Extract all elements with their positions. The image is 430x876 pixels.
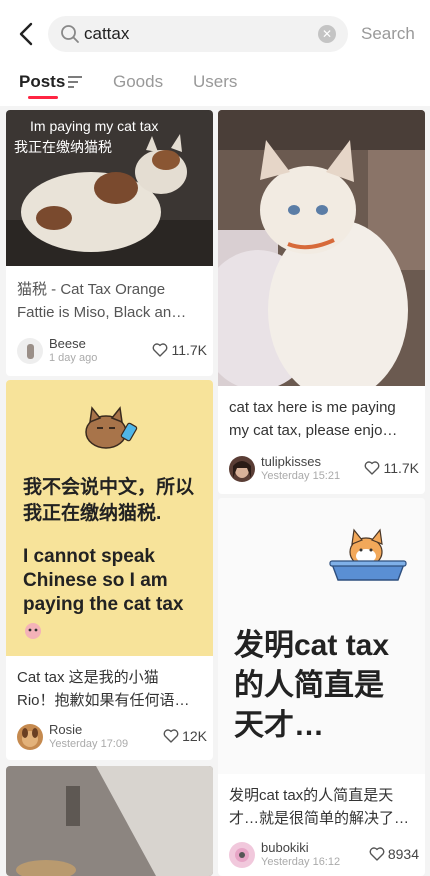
post-title: cat tax here is me paying my cat tax, pl… [229,396,414,442]
author-name[interactable]: tulipkisses [261,454,321,469]
post-image-siamese-cat [218,110,425,386]
like-count[interactable]: 11.7K [364,460,419,476]
post-author: Beese 1 day ago 11.7K [17,336,207,368]
heart-icon [369,847,385,861]
heart-icon [163,729,179,743]
posts-feed: Im paying my cat tax 我正在缴纳猫税 猫税 - Cat Ta… [0,106,430,876]
avatar[interactable] [17,724,43,750]
post-author: tulipkisses Yesterday 15:21 11.7K [229,454,419,486]
filter-icon[interactable] [68,76,82,88]
author-name[interactable]: Rosie [49,722,82,737]
like-count-value: 11.7K [171,342,207,358]
image-text-1: 发明cat tax [234,629,390,662]
author-name[interactable]: bubokiki [261,840,309,855]
post-title-line: my cat tax, please enjo… [229,422,398,439]
post-title-line: cat tax here is me paying [229,399,396,416]
search-button[interactable]: Search [361,24,415,44]
avatar[interactable] [229,456,255,482]
post-title-line: Fattie is Miso, Black an… [17,304,187,321]
emoji-sticker [25,623,41,639]
avatar[interactable] [17,338,43,364]
tab-posts[interactable]: Posts [19,72,65,92]
tab-users[interactable]: Users [193,72,237,92]
post-card[interactable]: Im paying my cat tax 我正在缴纳猫税 猫税 - Cat Ta… [6,110,213,376]
search-header: cattax ✕ Search [0,0,430,66]
image-text-zh-2: 我正在缴纳猫税. [23,503,162,524]
avatar[interactable] [229,842,255,868]
clear-icon[interactable]: ✕ [318,25,336,43]
search-icon [61,25,79,43]
post-title-line: 才…就是很简单的解决了… [229,810,410,827]
like-count[interactable]: 8934 [369,846,419,862]
active-tab-indicator [28,96,58,99]
like-count-value: 11.7K [383,460,419,476]
post-card[interactable]: 我不会说中文，所以 我正在缴纳猫税. I cannot speak Chines… [6,380,213,760]
post-time: Yesterday 16:12 [261,856,341,868]
post-title: 发明cat tax的人简直是天 才…就是很简单的解决了… [229,784,414,830]
like-count[interactable]: 12K [163,728,207,744]
post-title-line: Rio！抱歉如果有任何语… [17,692,190,709]
post-image-partial [6,766,213,876]
post-time: Yesterday 17:09 [49,738,129,750]
author-name[interactable]: Beese [49,336,86,351]
post-title-line: 猫税 - Cat Tax Orange [17,281,166,298]
post-title: 猫税 - Cat Tax Orange Fattie is Miso, Blac… [17,278,202,324]
image-text-2: 的人简直是 [234,669,384,702]
image-text-3: 天才… [234,709,324,742]
heart-icon [153,343,168,357]
post-time: 1 day ago [49,352,98,364]
back-arrow-icon[interactable] [14,20,40,48]
post-overlay-zh: 我正在缴纳猫税 [14,139,112,155]
post-card[interactable]: 发明cat tax 的人简直是 天才… 发明cat tax的人简直是天 才…就是… [218,498,425,876]
like-count-value: 8934 [387,846,419,862]
result-tabs: Posts Goods Users [0,66,430,106]
post-title: Cat tax 这是我的小猫 Rio！抱歉如果有任何语… [17,666,202,712]
post-title-line: Cat tax 这是我的小猫 [17,669,159,686]
cat-in-bath-sticker [329,528,407,581]
cat-phone-sticker [85,406,138,449]
heart-icon [365,461,380,475]
search-input[interactable]: cattax ✕ [48,16,348,52]
image-text-zh-1: 我不会说中文，所以 [23,477,195,498]
tab-goods[interactable]: Goods [113,72,163,92]
post-time: Yesterday 15:21 [261,470,341,482]
post-title-line: 发明cat tax的人简直是天 [229,787,394,804]
like-count[interactable]: 11.7K [152,342,207,358]
post-card[interactable]: cat tax here is me paying my cat tax, pl… [218,110,425,494]
search-query-text[interactable]: cattax [84,24,129,44]
image-text-en-3: paying the cat tax [23,594,184,615]
like-count-value: 12K [182,728,207,744]
image-text-en-1: I cannot speak [23,546,155,567]
post-author: Rosie Yesterday 17:09 12K [17,722,207,754]
image-text-en-2: Chinese so I am [23,570,168,591]
post-card[interactable] [6,766,213,876]
post-overlay-en: Im paying my cat tax [30,118,159,134]
post-author: bubokiki Yesterday 16:12 8934 [229,840,419,872]
